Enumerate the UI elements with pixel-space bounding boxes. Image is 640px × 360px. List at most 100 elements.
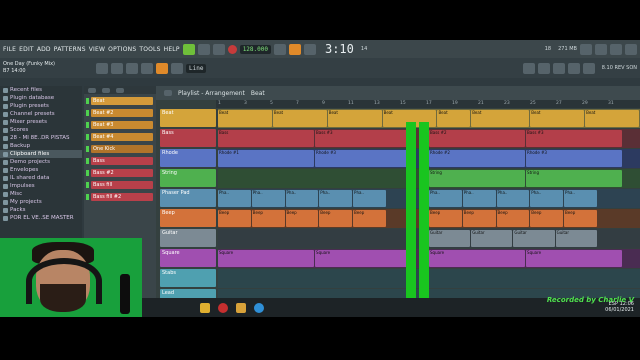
browser-item[interactable]: Plugin presets: [0, 102, 82, 110]
midi-icon[interactable]: [567, 62, 580, 74]
menu-item-file[interactable]: FILE: [3, 46, 16, 53]
pattern-clip[interactable]: Bass: [218, 130, 315, 147]
pattern-clip[interactable]: Beep: [462, 210, 496, 227]
track-lane[interactable]: Bass Bass #3 Bass #2 Bass #3: [218, 129, 640, 148]
channel-row[interactable]: Beat: [84, 95, 156, 106]
pattern-clip[interactable]: Rhode #1: [218, 150, 315, 167]
pattern-clip[interactable]: Beep: [564, 210, 597, 227]
menu-item-help[interactable]: HELP: [164, 46, 180, 53]
delete-tool-icon[interactable]: [141, 62, 153, 74]
track-header[interactable]: Stabs: [160, 269, 216, 287]
channel-name[interactable]: Beat #3: [91, 120, 153, 129]
pattern-clip[interactable]: Beep: [285, 210, 319, 227]
channel-name[interactable]: Beat: [91, 96, 153, 105]
browser-item[interactable]: 28 - MI 8E..DR PISTAS: [0, 134, 82, 142]
browser-item[interactable]: Clipboard files: [0, 150, 82, 158]
pattern-clip[interactable]: Guitar: [429, 230, 471, 247]
pattern-clip[interactable]: Beat: [218, 110, 272, 127]
pattern-clip[interactable]: Pha..: [530, 190, 564, 207]
browser-item[interactable]: Mixer presets: [0, 118, 82, 126]
browser-item[interactable]: Impulses: [0, 182, 82, 190]
pattern-clip[interactable]: Guitar: [513, 230, 555, 247]
cloud-icon[interactable]: [582, 62, 595, 74]
browser-item[interactable]: Backup: [0, 142, 82, 150]
track-lane[interactable]: Square Square Square Square: [218, 249, 640, 268]
menu-item-patterns[interactable]: PATTERNS: [54, 46, 86, 53]
play-button[interactable]: [197, 43, 210, 55]
file-explorer-icon[interactable]: [200, 302, 210, 313]
pattern-clip[interactable]: Guitar: [471, 230, 513, 247]
pattern-clip[interactable]: Square: [315, 250, 412, 267]
track-lane[interactable]: String String: [218, 169, 640, 188]
timeline-ruler[interactable]: 1 3 5 7 9 11 13 15 17 19 21 23 25 27 29 31: [216, 100, 640, 108]
track-header[interactable]: Square: [160, 249, 216, 267]
channel-row[interactable]: Bass fill #2: [84, 191, 156, 202]
slice-tool-icon[interactable]: [171, 62, 183, 74]
track-header[interactable]: Beep: [160, 209, 216, 227]
record-button[interactable]: [227, 44, 237, 54]
pattern-clip[interactable]: Beep: [530, 210, 564, 227]
channel-row[interactable]: One Kick: [84, 143, 156, 154]
pattern-clip[interactable]: Rhode #3: [315, 150, 412, 167]
track-header[interactable]: Bass: [160, 129, 216, 147]
pattern-clip[interactable]: String: [526, 170, 623, 187]
pattern-clip[interactable]: Pha..: [353, 190, 386, 207]
menu-item-view[interactable]: VIEW: [89, 46, 105, 53]
pattern-clip[interactable]: Square: [429, 250, 526, 267]
pattern-clip[interactable]: Bass #3: [315, 130, 412, 147]
mixer-icon[interactable]: [580, 43, 592, 55]
browser-item[interactable]: Packs: [0, 206, 82, 214]
channel-name[interactable]: Bass: [91, 156, 153, 165]
browser-item[interactable]: Envelopes: [0, 166, 82, 174]
track-lane[interactable]: Guitar Guitar Guitar Guitar: [218, 229, 640, 248]
browser-item[interactable]: Demo projects: [0, 158, 82, 166]
track-lane[interactable]: Rhode #1 Rhode #3 Rhode #2 Rhode #3: [218, 149, 640, 168]
browser-item[interactable]: Channel presets: [0, 110, 82, 118]
browser-item[interactable]: Misc: [0, 190, 82, 198]
track-lane[interactable]: Pha.. Pha.. Pha.. Pha.. Pha.. Pha.. Pha.. Pha..…: [218, 189, 640, 208]
pattern-clip[interactable]: Square: [218, 250, 315, 267]
pattern-clip[interactable]: Pha..: [251, 190, 285, 207]
track-lane[interactable]: Beat Beat Beat Beat Beat Beat Beat Beat: [218, 109, 640, 128]
menu-item-edit[interactable]: EDIT: [19, 46, 34, 53]
metronome-icon[interactable]: [273, 43, 286, 55]
track-header[interactable]: Guitar: [160, 229, 216, 247]
channel-name[interactable]: Bass fill: [91, 180, 153, 189]
plugin-picker-icon[interactable]: [552, 62, 565, 74]
playlist-view-icon[interactable]: [522, 62, 535, 74]
pattern-clip[interactable]: Beat: [530, 110, 585, 127]
channel-led[interactable]: [86, 169, 89, 176]
track-lane[interactable]: [218, 269, 640, 288]
pattern-clip[interactable]: Pha..: [429, 190, 462, 207]
channel-led[interactable]: [86, 109, 89, 116]
draw-tool-icon[interactable]: [111, 62, 123, 74]
channel-led[interactable]: [86, 121, 89, 128]
channel-led[interactable]: [86, 145, 89, 152]
pattern-clip[interactable]: Rhode #3: [526, 150, 623, 167]
pattern-clip[interactable]: Pha..: [319, 190, 353, 207]
channel-rack-icon[interactable]: [625, 43, 637, 55]
playlist-menu-icon[interactable]: [164, 90, 172, 96]
pattern-clip[interactable]: Bass #3: [526, 130, 623, 147]
pattern-clip[interactable]: Pha..: [218, 190, 251, 207]
browser-item[interactable]: Scores: [0, 126, 82, 134]
browser-item[interactable]: Recent files: [0, 86, 82, 94]
channel-led[interactable]: [86, 157, 89, 164]
browser-item[interactable]: POR EL VE..SE MASTER: [0, 214, 82, 222]
channel-row[interactable]: Beat #4: [84, 131, 156, 142]
mute-tool-icon[interactable]: [156, 62, 168, 74]
pattern-clip[interactable]: Beat: [327, 110, 382, 127]
browser-item[interactable]: IL shared data: [0, 174, 82, 182]
pattern-mode-button[interactable]: [182, 43, 195, 55]
browser-icon[interactable]: [610, 43, 622, 55]
browser-item[interactable]: My projects: [0, 198, 82, 206]
channel-name[interactable]: Beat #4: [91, 132, 153, 141]
pattern-clip[interactable]: Beep: [251, 210, 285, 227]
menu-item-options[interactable]: OPTIONS: [108, 46, 136, 53]
pattern-clip[interactable]: Beep: [429, 210, 462, 227]
track-header[interactable]: Beat: [160, 109, 216, 127]
pattern-clip[interactable]: Beep: [319, 210, 353, 227]
pattern-clip[interactable]: Beep: [496, 210, 530, 227]
track-header[interactable]: String: [160, 169, 216, 187]
channel-row[interactable]: Beat #3: [84, 119, 156, 130]
